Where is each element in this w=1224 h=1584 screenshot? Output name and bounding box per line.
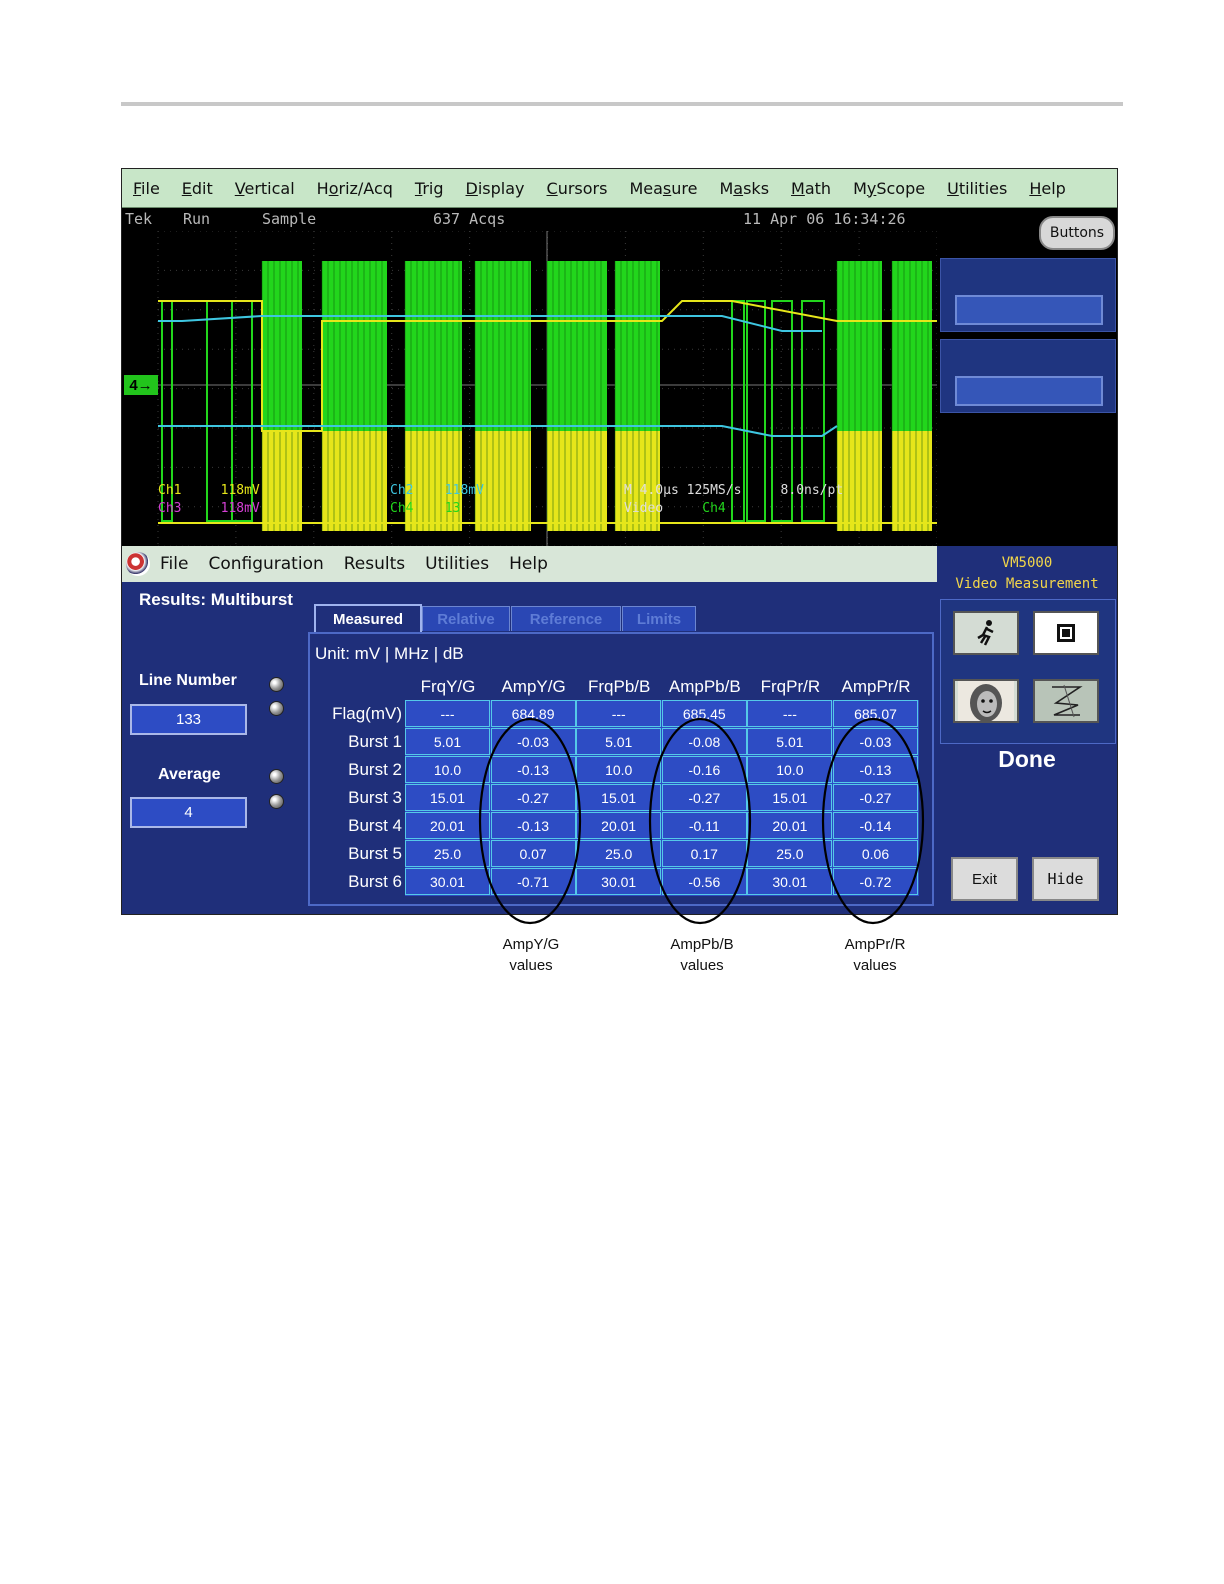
- callout-ampprr-line-1: AmpPr/R: [844, 936, 906, 953]
- ампprr-callout-ellipse: [821, 717, 925, 925]
- callout-ampyg: AmpY/G values: [476, 934, 586, 976]
- callout-overlay: [478, 717, 925, 925]
- callout-ampprr-line-2: values: [853, 957, 897, 974]
- callout-amppbb-line-1: AmpPb/B: [670, 936, 734, 953]
- ampyg-callout-ellipse: [478, 717, 582, 925]
- callout-ampyg-line-2: values: [509, 957, 553, 974]
- callout-ampprr: AmpPr/R values: [820, 934, 930, 976]
- amppbb-callout-ellipse: [648, 717, 752, 925]
- callout-amppbb-line-2: values: [680, 957, 724, 974]
- callout-ampyg-line-1: AmpY/G: [502, 936, 560, 953]
- callout-amppbb: AmpPb/B values: [647, 934, 757, 976]
